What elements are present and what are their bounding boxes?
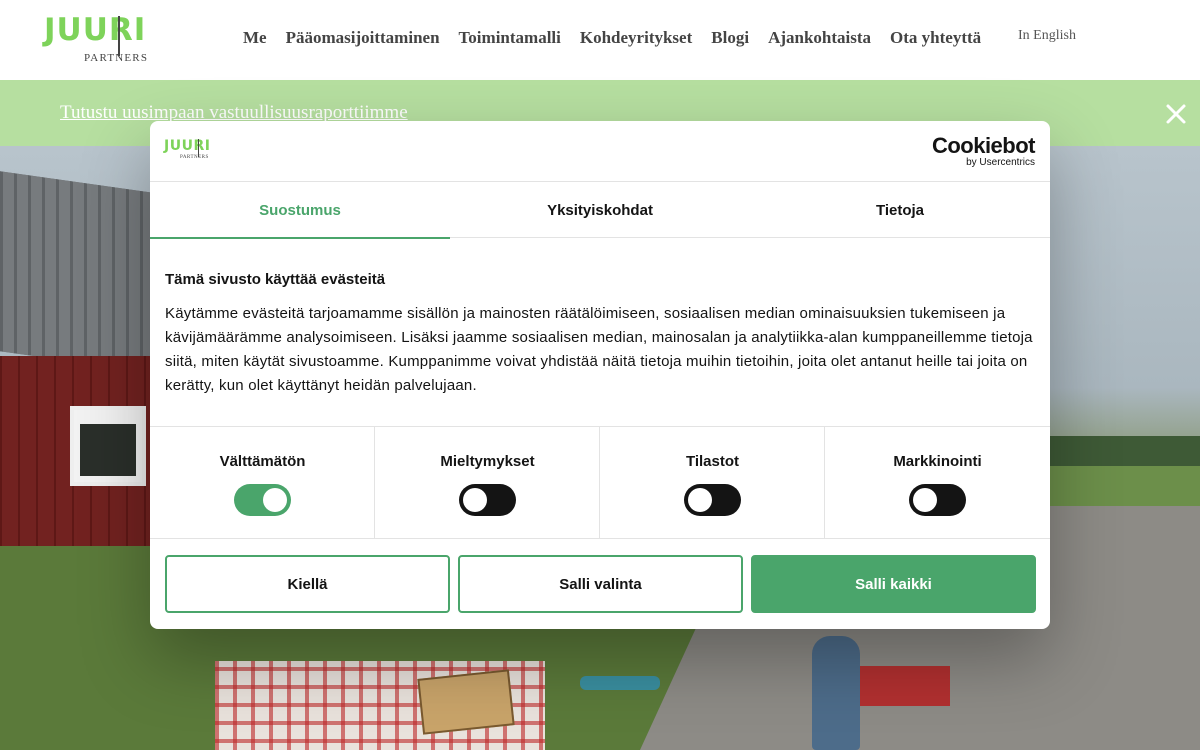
toggle-knob [263, 488, 287, 512]
nav-item-kohdeyritykset[interactable]: Kohdeyritykset [580, 28, 692, 48]
dialog-header: JUURI PARTNERS Cookiebot by Usercentrics [150, 121, 1050, 182]
dialog-body: Tämä sivusto käyttää evästeitä Käytämme … [165, 271, 1035, 398]
cookie-consent-dialog: JUURI PARTNERS Cookiebot by Usercentrics… [150, 121, 1050, 629]
dialog-description: Käytämme evästeitä tarjoamamme sisällön … [165, 305, 1033, 394]
cookiebot-name: Cookiebot [931, 133, 1036, 158]
statistics-toggle[interactable] [684, 484, 741, 516]
price-sign [417, 669, 515, 735]
marketing-toggle[interactable] [909, 484, 966, 516]
dialog-title: Tämä sivusto käyttää evästeitä [165, 271, 386, 288]
barn-window [70, 406, 146, 486]
dialog-site-logo: JUURI [164, 138, 211, 154]
nav-item-blogi[interactable]: Blogi [711, 28, 749, 48]
stool [580, 676, 660, 690]
tree-line [1050, 436, 1200, 466]
allow-all-button[interactable]: Salli kaikki [751, 555, 1036, 613]
dialog-logo-subtitle: PARTNERS [180, 155, 209, 160]
dialog-tabs: Suostumus Yksityiskohdat Tietoja [150, 182, 1050, 239]
category-label: Mieltymykset [440, 453, 535, 470]
consent-categories: Välttämätön Mieltymykset Tilastot Markki… [150, 426, 1050, 539]
nav-item-ajankohtaista[interactable]: Ajankohtaista [768, 28, 871, 48]
tab-tietoja[interactable]: Tietoja [750, 182, 1050, 238]
cookiebot-logo[interactable]: Cookiebot by Usercentrics [931, 133, 1036, 169]
nav-item-paaomasijoittaminen[interactable]: Pääomasijoittaminen [286, 28, 440, 48]
toggle-knob [463, 488, 487, 512]
tab-suostumus[interactable]: Suostumus [150, 182, 450, 239]
cookiebot-by: by Usercentrics [966, 157, 1035, 168]
toggle-knob [688, 488, 712, 512]
juuri-logo[interactable]: JUURI PARTNERS [44, 12, 154, 68]
deny-button[interactable]: Kiellä [165, 555, 450, 613]
category-mieltymykset: Mieltymykset [375, 427, 600, 539]
logo-wordmark: JUURI [44, 12, 147, 48]
site-header: JUURI PARTNERS Me Pääomasijoittaminen To… [0, 0, 1200, 80]
close-icon[interactable] [1162, 100, 1190, 128]
category-tilastot: Tilastot [600, 427, 825, 539]
category-label: Välttämätön [219, 453, 306, 470]
allow-selection-button[interactable]: Salli valinta [458, 555, 743, 613]
child-figure [812, 636, 860, 750]
tab-yksityiskohdat[interactable]: Yksityiskohdat [450, 182, 750, 238]
red-wagon [860, 666, 950, 706]
logo-divider [118, 16, 120, 56]
category-valttamaton: Välttämätön [150, 427, 375, 539]
main-nav: Me Pääomasijoittaminen Toimintamalli Koh… [243, 28, 981, 48]
toggle-knob [913, 488, 937, 512]
category-label: Tilastot [685, 453, 740, 470]
language-switch[interactable]: In English [1018, 28, 1076, 44]
category-markkinointi: Markkinointi [825, 427, 1050, 539]
nav-item-me[interactable]: Me [243, 28, 267, 48]
necessary-toggle[interactable] [234, 484, 291, 516]
nav-item-toimintamalli[interactable]: Toimintamalli [459, 28, 561, 48]
logo-subtitle: PARTNERS [84, 52, 149, 64]
preferences-toggle[interactable] [459, 484, 516, 516]
category-label: Markkinointi [893, 453, 982, 470]
nav-item-ota-yhteytta[interactable]: Ota yhteyttä [890, 28, 981, 48]
